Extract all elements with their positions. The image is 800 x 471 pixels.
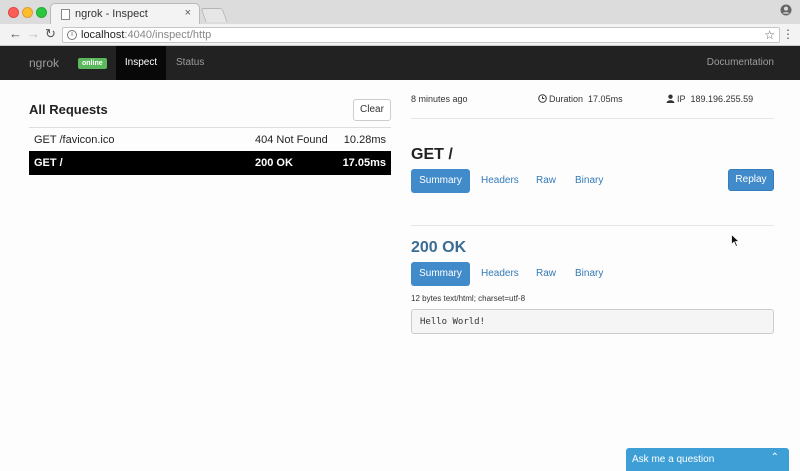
tab-request-summary[interactable]: Summary: [411, 169, 470, 193]
tab-title: ngrok - Inspect: [75, 8, 148, 20]
browser-tab-bar: ngrok - Inspect ×: [0, 0, 800, 24]
replay-button[interactable]: Replay: [728, 169, 774, 191]
duration-label: Duration: [549, 94, 584, 104]
tab-request-raw[interactable]: Raw: [536, 169, 556, 193]
close-tab-icon[interactable]: ×: [185, 7, 191, 19]
request-path: GET /: [34, 157, 63, 169]
tab-request-headers[interactable]: Headers: [481, 169, 519, 193]
divider: [411, 118, 774, 119]
ask-question-widget[interactable]: Ask me a question ⌃: [626, 448, 789, 471]
client-ip: IP 189.196.255.59: [666, 94, 753, 104]
request-status: 404 Not Found: [255, 134, 328, 146]
request-status: 200 OK: [255, 157, 293, 169]
tab-request-binary[interactable]: Binary: [575, 169, 603, 193]
back-arrow-icon[interactable]: ←: [9, 27, 22, 41]
tab-response-summary[interactable]: Summary: [411, 262, 470, 286]
duration-value: 17.05ms: [588, 94, 623, 104]
requests-heading: All Requests: [29, 102, 108, 117]
mouse-pointer-icon: [731, 234, 740, 247]
ip-value: 189.196.255.59: [690, 94, 754, 104]
tab-response-headers[interactable]: Headers: [481, 262, 519, 286]
status-badge: online: [78, 58, 107, 69]
request-time: 8 minutes ago: [411, 94, 468, 104]
brand-logo[interactable]: ngrok: [29, 56, 59, 70]
response-body[interactable]: Hello World!: [411, 309, 774, 334]
content-type: 12 bytes text/html; charset=utf-8: [411, 294, 526, 303]
divider: [411, 225, 774, 226]
forward-arrow-icon[interactable]: →: [27, 27, 40, 41]
browser-toolbar: ← → ↻ i localhost:4040/inspect/http ☆ ⋮: [0, 24, 800, 46]
request-title: GET /: [411, 146, 453, 163]
url-path: :4040/inspect/http: [124, 29, 212, 41]
response-title: 200 OK: [411, 239, 467, 256]
request-row[interactable]: GET /favicon.ico 404 Not Found 10.28ms: [29, 127, 391, 151]
browser-menu-icon[interactable]: ⋮: [782, 27, 794, 41]
request-row-selected[interactable]: GET / 200 OK 17.05ms: [29, 151, 391, 175]
ip-label: IP: [677, 94, 686, 104]
clear-button[interactable]: Clear: [353, 99, 391, 121]
close-window-button[interactable]: [8, 7, 19, 18]
maximize-window-button[interactable]: [36, 7, 47, 18]
user-icon: [666, 94, 675, 103]
browser-tab[interactable]: ngrok - Inspect ×: [50, 3, 200, 24]
ask-question-label: Ask me a question: [632, 454, 715, 465]
profile-icon[interactable]: [780, 4, 792, 16]
tab-response-binary[interactable]: Binary: [575, 262, 603, 286]
request-duration-meta: Duration 17.05ms: [538, 94, 623, 104]
info-icon[interactable]: i: [67, 30, 77, 40]
nav-item-documentation[interactable]: Documentation: [707, 46, 774, 80]
nav-item-inspect[interactable]: Inspect: [116, 46, 166, 80]
request-duration: 10.28ms: [343, 134, 386, 146]
app-navbar: ngrok online Inspect Status Documentatio…: [0, 46, 800, 80]
bookmark-star-icon[interactable]: ☆: [764, 28, 775, 42]
minimize-window-button[interactable]: [22, 7, 33, 18]
request-duration: 17.05ms: [342, 157, 386, 169]
new-tab-button[interactable]: [200, 8, 228, 22]
tab-response-raw[interactable]: Raw: [536, 262, 556, 286]
url-host: localhost: [81, 29, 125, 41]
chevron-up-icon[interactable]: ⌃: [771, 452, 779, 463]
address-bar[interactable]: i localhost:4040/inspect/http ☆: [62, 27, 780, 43]
request-path: GET /favicon.ico: [34, 134, 115, 146]
clock-icon: [538, 94, 547, 103]
url-text[interactable]: localhost:4040/inspect/http: [81, 29, 211, 41]
page-icon: [61, 9, 70, 20]
reload-icon[interactable]: ↻: [45, 27, 56, 41]
nav-item-status[interactable]: Status: [176, 46, 204, 80]
